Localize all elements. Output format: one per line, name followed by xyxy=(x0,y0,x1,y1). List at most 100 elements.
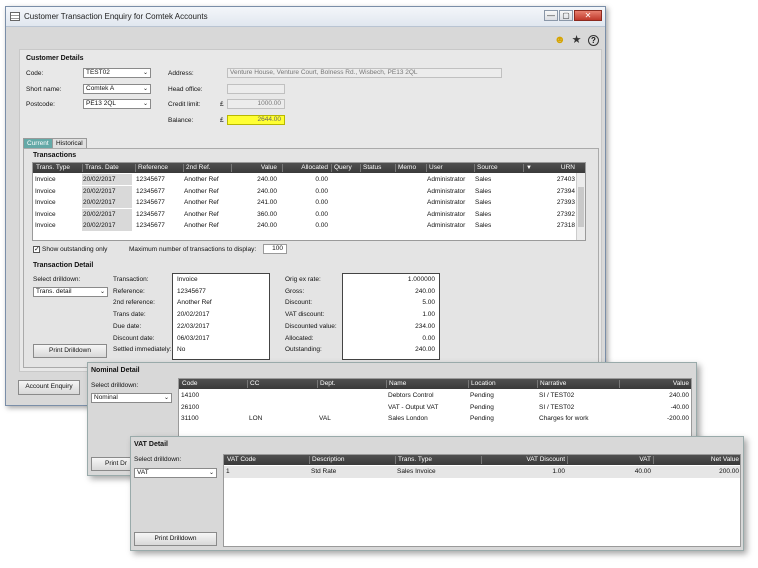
table-cell: Charges for work xyxy=(539,415,589,422)
table-row[interactable]: Invoice 20/02/2017 12345677 Another Ref 240.… xyxy=(33,185,585,198)
tab-current[interactable]: Current xyxy=(23,138,53,148)
table-row[interactable]: 26100 VAT - Output VAT Pending SI / TEST02 -… xyxy=(179,402,691,414)
detail-value: No xyxy=(177,346,186,354)
col-allocated[interactable]: Allocated xyxy=(282,164,330,172)
vat-col-vat[interactable]: VAT xyxy=(567,456,653,464)
vat-col-trans-type[interactable]: Trans. Type xyxy=(395,456,432,464)
code-label: Code: xyxy=(26,70,44,77)
vat-drilldown-select[interactable]: VAT ⌄ xyxy=(134,468,217,478)
vat-col-description[interactable]: Description xyxy=(309,456,345,464)
table-cell: 1.00 xyxy=(552,468,565,475)
transactions-table: Trans. Type Trans. Date Reference 2nd Re… xyxy=(32,162,586,241)
nominal-col-narrative[interactable]: Narrative xyxy=(537,380,566,388)
table-cell: Invoice xyxy=(35,199,56,206)
account-enquiry-button[interactable]: Account Enquiry xyxy=(18,380,80,395)
detail-label: 2nd reference: xyxy=(113,299,155,307)
col-trans-date[interactable]: Trans. Date xyxy=(82,164,119,172)
short-name-dropdown[interactable]: Comtek A ⌄ xyxy=(83,84,151,94)
app-icon xyxy=(10,12,20,21)
print-drilldown-button[interactable]: Print Drilldown xyxy=(33,344,107,358)
nominal-col-location[interactable]: Location xyxy=(468,380,496,388)
table-cell: Invoice xyxy=(35,210,56,218)
main-window: Customer Transaction Enquiry for Comtek … xyxy=(5,6,606,406)
table-cell: 40.00 xyxy=(634,468,651,475)
table-cell: 20/02/2017 xyxy=(82,197,132,208)
smiley-icon[interactable]: ☻ xyxy=(554,35,566,46)
col-trans-type[interactable]: Trans. Type xyxy=(34,164,70,172)
col-query[interactable]: Query xyxy=(331,164,352,172)
table-row[interactable]: 31100 LON VAL Sales London Pending Charges fo… xyxy=(179,413,691,425)
table-cell: Sales London xyxy=(388,415,428,422)
table-cell: Std Rate xyxy=(311,468,337,475)
title-bar: Customer Transaction Enquiry for Comtek … xyxy=(6,7,605,27)
col-value[interactable]: Value xyxy=(231,164,279,172)
head-office-label: Head office: xyxy=(168,86,203,93)
postcode-dropdown[interactable]: PE13 2QL ⌄ xyxy=(83,99,151,109)
col-user[interactable]: User xyxy=(426,164,443,172)
max-transactions-input[interactable]: 100 xyxy=(263,244,287,254)
nominal-drilldown-select[interactable]: Nominal ⌄ xyxy=(91,393,172,403)
chevron-down-icon: ⌄ xyxy=(142,70,148,76)
table-row[interactable]: Invoice 20/02/2017 12345677 Another Ref 240.… xyxy=(33,220,585,232)
detail-value: 240.00 xyxy=(415,287,435,295)
address-field[interactable]: Venture House, Venture Court, Bolness Rd… xyxy=(227,68,502,78)
detail-label: Discount: xyxy=(285,299,313,307)
nominal-col-code[interactable]: Code xyxy=(180,380,198,388)
detail-label: Discounted value: xyxy=(285,322,337,330)
table-cell: Another Ref xyxy=(184,210,219,218)
nominal-col-dept[interactable]: Dept. xyxy=(317,380,336,388)
col-2nd-ref[interactable]: 2nd Ref. xyxy=(183,164,211,172)
head-office-field[interactable] xyxy=(227,84,285,94)
scrollbar-thumb[interactable] xyxy=(578,187,584,227)
table-row[interactable]: Invoice 20/02/2017 12345677 Another Ref 241.… xyxy=(33,197,585,209)
show-outstanding-checkbox[interactable]: ✓ xyxy=(33,246,40,253)
help-icon[interactable]: ? xyxy=(588,35,599,46)
vat-col-discount[interactable]: VAT Discount xyxy=(481,456,567,464)
table-row[interactable]: 14100 Debtors Control Pending SI / TEST02 24… xyxy=(179,390,691,402)
vat-col-code[interactable]: VAT Code xyxy=(225,456,256,464)
credit-limit-field[interactable]: 1000.00 xyxy=(227,99,285,109)
balance-field[interactable]: 2644.00 xyxy=(227,115,285,125)
address-label: Address: xyxy=(168,70,194,77)
table-cell: Administrator xyxy=(427,210,466,218)
window-title: Customer Transaction Enquiry for Comtek … xyxy=(24,12,208,21)
table-row[interactable]: Invoice 20/02/2017 12345677 Another Ref 360.… xyxy=(33,208,585,221)
table-cell: 27394 xyxy=(556,187,575,195)
nominal-col-cc[interactable]: CC xyxy=(247,380,259,388)
drilldown-select[interactable]: Trans. detail ⌄ xyxy=(33,287,108,297)
table-cell: Pending xyxy=(470,403,494,411)
transactions-scrollbar[interactable] xyxy=(576,173,585,240)
minimize-button[interactable]: — xyxy=(544,10,558,21)
col-reference[interactable]: Reference xyxy=(135,164,168,172)
table-cell: 27318 xyxy=(556,222,575,229)
code-dropdown[interactable]: TEST02 ⌄ xyxy=(83,68,151,78)
detail-label: Discount date: xyxy=(113,334,155,342)
col-source[interactable]: Source xyxy=(474,164,498,172)
detail-value: 20/02/2017 xyxy=(177,311,210,319)
detail-label: Due date: xyxy=(113,322,142,330)
table-cell: Administrator xyxy=(427,176,466,183)
table-cell: -200.00 xyxy=(666,415,689,422)
enquiry-panel: Customer Details Code: TEST02 ⌄ Short nam… xyxy=(19,49,602,372)
vat-print-drilldown-button[interactable]: Print Drilldown xyxy=(134,532,217,546)
table-cell: -40.00 xyxy=(670,403,689,411)
detail-values-box: Invoice 12345677 Another Ref 20/02/2017 22/0… xyxy=(172,273,270,360)
nominal-col-value[interactable]: Value xyxy=(619,380,691,388)
tab-historical[interactable]: Historical xyxy=(52,138,87,148)
col-status[interactable]: Status xyxy=(360,164,381,172)
close-button[interactable]: ✕ xyxy=(574,10,602,21)
star-icon[interactable]: ★ xyxy=(571,35,582,46)
chevron-down-icon: ⌄ xyxy=(208,470,214,476)
table-cell: 26100 xyxy=(181,403,200,411)
vat-col-net[interactable]: Net Value xyxy=(653,456,740,464)
table-row[interactable]: Invoice 20/02/2017 12345677 Another Ref 240.… xyxy=(33,174,585,186)
nominal-drilldown-value: Nominal xyxy=(94,394,118,401)
table-cell: SI / TEST02 xyxy=(539,403,575,411)
detail-label: Orig ex rate: xyxy=(285,276,321,283)
col-memo[interactable]: Memo xyxy=(395,164,416,172)
col-urn[interactable]: ▼ URN xyxy=(523,164,577,172)
nominal-col-name[interactable]: Name xyxy=(386,380,406,388)
vat-drilldown-label: Select drilldown: xyxy=(134,456,182,463)
maximize-button[interactable]: ▢ xyxy=(559,10,573,21)
table-row[interactable]: 1 Std Rate Sales Invoice 1.00 40.00 200.00 xyxy=(224,466,740,478)
